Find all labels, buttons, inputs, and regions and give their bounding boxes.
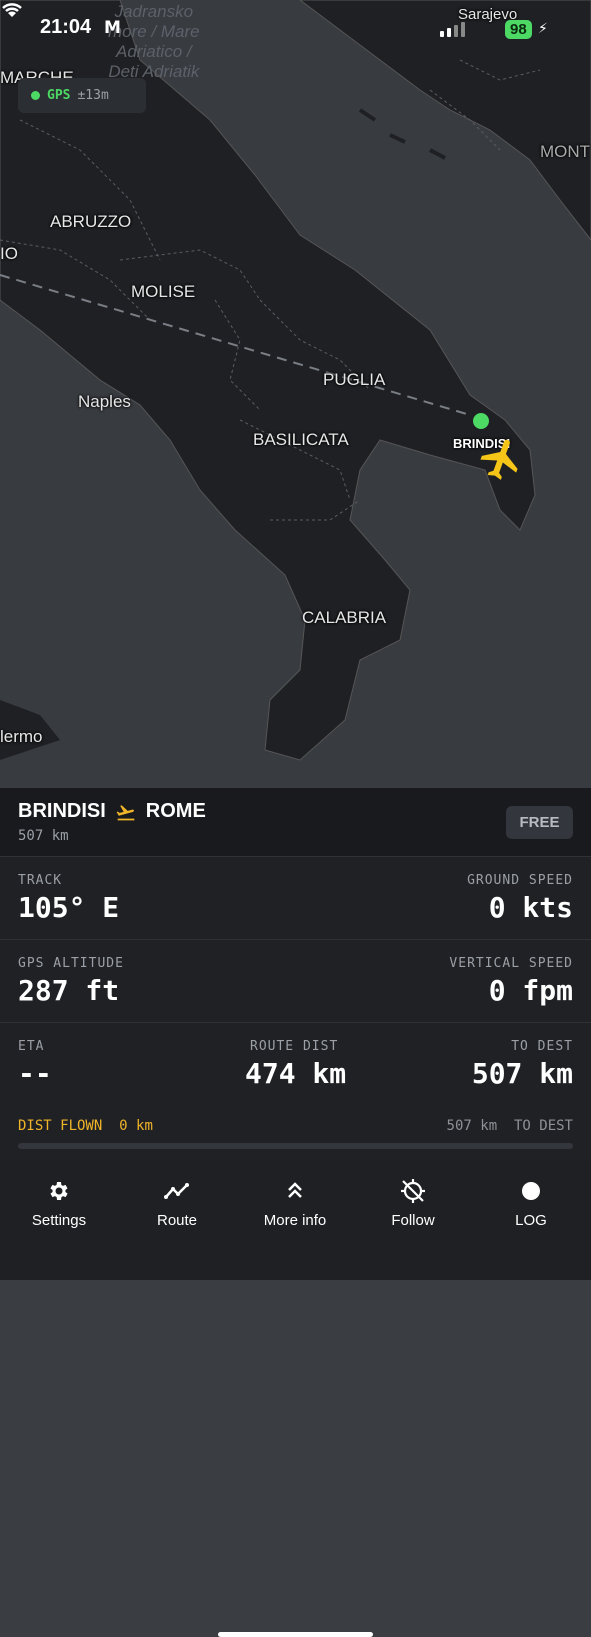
destination-airport: ROME	[145, 800, 206, 822]
route-dist-value: 474 km	[245, 1057, 347, 1090]
ground-speed-value: 0 kts	[488, 891, 573, 924]
vertical-speed-value: 0 fpm	[488, 974, 573, 1007]
stats-row-track: TRACK 105° E GROUND SPEED 0 kts	[0, 856, 591, 939]
gps-altitude-label: GPS ALTITUDE	[18, 956, 124, 971]
home-indicator[interactable]	[218, 1632, 373, 1637]
remaining-distance: 507 km TO DEST	[447, 1118, 573, 1134]
vertical-speed-label: VERTICAL SPEED	[449, 956, 573, 971]
route-distance: 507 km	[18, 828, 69, 844]
ground-speed-label: GROUND SPEED	[467, 873, 573, 888]
tab-label: Follow	[391, 1212, 435, 1229]
flight-info-panel: BRINDISI ROME 507 km FREE TRACK 105° E G…	[0, 788, 591, 1637]
route-dist-label: ROUTE DIST	[250, 1039, 339, 1054]
tab-route[interactable]: Route	[118, 1178, 236, 1229]
region-label-basilicata: BASILICATA	[253, 430, 349, 449]
tab-log[interactable]: LOG	[472, 1178, 590, 1229]
route-icon	[164, 1183, 189, 1199]
aircraft-icon	[480, 439, 518, 480]
stats-row-eta: ETA -- ROUTE DIST 474 km TO DEST 507 km	[0, 1022, 591, 1109]
crosshair-off-icon	[401, 1179, 425, 1203]
clock: 21:04	[40, 16, 92, 38]
city-label-naples: Naples	[78, 392, 131, 411]
region-label-calabria: CALABRIA	[302, 608, 387, 627]
route-header: BRINDISI ROME 507 km FREE	[0, 788, 591, 856]
italy-landmass	[0, 0, 536, 761]
track-label: TRACK	[18, 873, 63, 888]
region-label-lazio: IO	[0, 244, 18, 263]
distance-progress: DIST FLOWN 0 km 507 km TO DEST	[0, 1108, 591, 1160]
route-title: BRINDISI ROME	[18, 800, 206, 823]
tab-label: Settings	[31, 1212, 87, 1229]
tab-label: LOG	[515, 1212, 547, 1229]
departure-plane-icon	[116, 804, 135, 820]
dist-flown-label: DIST FLOWN	[18, 1118, 103, 1134]
wifi-icon	[2, 3, 22, 17]
battery-indicator: 98	[505, 20, 532, 39]
charging-bolt-icon: ⚡	[538, 21, 548, 37]
gps-status-pill: GPS ±13m	[18, 78, 146, 113]
region-label-molise: MOLISE	[131, 282, 196, 301]
to-dest-label: TO DEST	[511, 1039, 573, 1054]
country-label-montenegro: MONT	[540, 142, 591, 161]
eta-value: --	[18, 1057, 52, 1090]
chevrons-up-icon	[288, 1182, 302, 1198]
adriatic-islands	[358, 108, 446, 160]
progress-bar	[18, 1143, 573, 1149]
map-view[interactable]: Jadransko more / Mare Adriatico / Deti A…	[0, 0, 591, 788]
region-label-puglia: PUGLIA	[323, 370, 386, 389]
gmail-notification-icon: M	[104, 18, 121, 38]
gps-status-dot-icon	[31, 91, 40, 100]
to-dest-value: 507 km	[471, 1057, 573, 1090]
gps-label: GPS	[47, 88, 71, 103]
free-button[interactable]: FREE	[506, 806, 573, 839]
dist-flown-value: 0 km	[119, 1118, 153, 1134]
status-bar: 21:04 M 98 ⚡	[0, 0, 591, 56]
remaining-value: 507 km	[446, 1118, 498, 1134]
current-position-dot	[471, 411, 491, 431]
track-value: 105° E	[18, 891, 120, 924]
gps-accuracy: ±13m	[77, 88, 109, 103]
tab-settings[interactable]: Settings	[0, 1178, 118, 1229]
gear-icon	[50, 1182, 68, 1200]
gps-altitude-value: 287 ft	[18, 974, 120, 1007]
origin-airport: BRINDISI	[18, 800, 106, 822]
region-label-abruzzo: ABRUZZO	[50, 212, 132, 231]
signal-icon	[440, 22, 465, 37]
stats-row-altitude: GPS ALTITUDE 287 ft VERTICAL SPEED 0 fpm	[0, 939, 591, 1022]
tab-follow[interactable]: Follow	[354, 1178, 472, 1229]
dist-flown: DIST FLOWN 0 km	[18, 1118, 153, 1134]
eta-label: ETA	[18, 1039, 45, 1054]
record-dot-icon	[522, 1182, 540, 1200]
remaining-label: TO DEST	[513, 1118, 573, 1134]
city-label-palermo: lermo	[0, 727, 43, 746]
tab-label: Route	[156, 1212, 198, 1229]
tab-more-info[interactable]: More info	[236, 1178, 354, 1229]
tab-label: More info	[263, 1212, 327, 1229]
bottom-tab-bar: Settings Route More info Follow LOG	[0, 1160, 591, 1637]
